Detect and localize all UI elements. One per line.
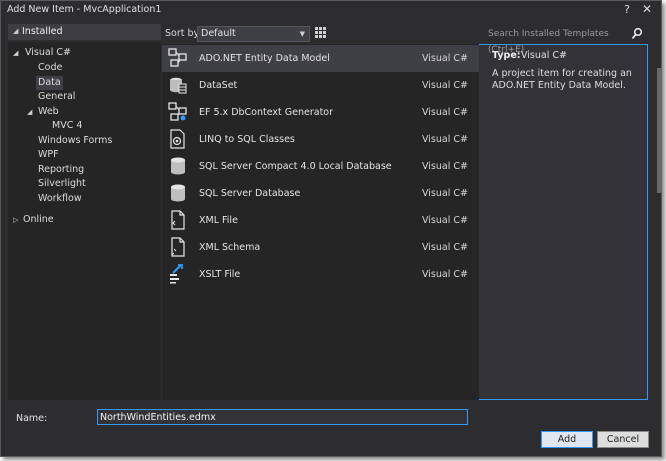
template-language: Visual C# bbox=[422, 161, 468, 172]
collapse-triangle-icon: ◢ bbox=[13, 27, 19, 35]
add-button[interactable]: Add bbox=[541, 431, 593, 448]
template-row[interactable]: ADO.NET Entity Data Model Visual C# bbox=[162, 45, 479, 72]
scrollbar-thumb[interactable] bbox=[657, 68, 662, 193]
template-row[interactable]: XSLT File Visual C# bbox=[162, 261, 479, 288]
xml-file-icon bbox=[168, 210, 188, 230]
template-language: Visual C# bbox=[422, 53, 468, 64]
ef-generator-icon bbox=[168, 102, 188, 122]
tree-item-general[interactable]: General bbox=[38, 90, 75, 104]
category-tree: ◢ Visual C# Code Data General ◢ Web MVC … bbox=[8, 42, 161, 400]
entity-model-icon bbox=[168, 48, 188, 68]
help-icon[interactable]: ? bbox=[619, 3, 635, 17]
template-row[interactable]: XML File Visual C# bbox=[162, 207, 479, 234]
close-icon[interactable]: ✕ bbox=[639, 3, 655, 17]
search-icon[interactable] bbox=[631, 26, 645, 42]
template-language: Visual C# bbox=[422, 188, 468, 199]
tree-item-web[interactable]: Web bbox=[38, 105, 59, 119]
template-language: Visual C# bbox=[422, 269, 468, 280]
database-icon bbox=[168, 156, 188, 176]
linq-icon bbox=[168, 129, 188, 149]
add-new-item-dialog: Add New Item - MvcApplication1 ? ✕ ◢ Ins… bbox=[0, 0, 662, 457]
template-language: Visual C# bbox=[422, 80, 468, 91]
window-title: Add New Item - MvcApplication1 bbox=[7, 4, 162, 15]
type-value: Visual C# bbox=[521, 50, 567, 61]
name-label: Name: bbox=[16, 413, 48, 424]
tree-item-wpf[interactable]: WPF bbox=[38, 148, 59, 162]
dropdown-arrow-icon: ▼ bbox=[299, 30, 305, 38]
item-name-input[interactable] bbox=[97, 409, 468, 425]
template-name: SQL Server Compact 4.0 Local Database bbox=[199, 161, 392, 172]
template-row[interactable]: SQL Server Compact 4.0 Local Database Vi… bbox=[162, 153, 479, 180]
tree-item-online[interactable]: Online bbox=[23, 213, 54, 227]
cancel-button[interactable]: Cancel bbox=[597, 431, 649, 448]
template-name: SQL Server Database bbox=[199, 188, 301, 199]
tree-item-windows-forms[interactable]: Windows Forms bbox=[38, 134, 112, 148]
vertical-scrollbar[interactable] bbox=[657, 44, 662, 400]
installed-label: Installed bbox=[22, 26, 63, 37]
template-language: Visual C# bbox=[422, 107, 468, 118]
collapsed-triangle-icon[interactable]: ▷ bbox=[13, 213, 18, 227]
tree-item-code[interactable]: Code bbox=[38, 61, 62, 75]
sort-by-dropdown[interactable]: Default ▼ bbox=[197, 26, 310, 42]
tree-item-visual-csharp[interactable]: Visual C# bbox=[25, 46, 71, 60]
template-name: EF 5.x DbContext Generator bbox=[199, 107, 334, 118]
template-language: Visual C# bbox=[422, 215, 468, 226]
tree-item-mvc4[interactable]: MVC 4 bbox=[52, 119, 82, 133]
xslt-file-icon bbox=[168, 264, 188, 284]
template-description: A project item for creating an ADO.NET E… bbox=[492, 68, 632, 91]
small-icons-view-button[interactable] bbox=[314, 26, 329, 41]
installed-header[interactable]: ◢ Installed bbox=[8, 24, 161, 40]
template-name: XML File bbox=[199, 215, 238, 226]
template-language: Visual C# bbox=[422, 242, 468, 253]
search-installed-templates-input[interactable]: Search Installed Templates (Ctrl+E) bbox=[485, 26, 643, 55]
grid-view-icon bbox=[315, 27, 326, 38]
dataset-icon bbox=[168, 75, 188, 95]
template-name: XSLT File bbox=[199, 269, 241, 280]
template-name: DataSet bbox=[199, 80, 238, 91]
search-glyph-icon bbox=[631, 27, 643, 40]
template-name: ADO.NET Entity Data Model bbox=[199, 53, 330, 64]
title-bar: Add New Item - MvcApplication1 ? ✕ bbox=[1, 1, 661, 20]
sort-by-value: Default bbox=[201, 28, 236, 39]
expanded-triangle-icon[interactable]: ◢ bbox=[13, 46, 18, 60]
tree-item-reporting[interactable]: Reporting bbox=[38, 163, 84, 177]
template-details-panel: Type: Visual C# A project item for creat… bbox=[487, 44, 657, 400]
template-row[interactable]: SQL Server Database Visual C# bbox=[162, 180, 479, 207]
tree-item-silverlight[interactable]: Silverlight bbox=[38, 177, 86, 191]
template-row[interactable]: XML Schema Visual C# bbox=[162, 234, 479, 261]
database-icon bbox=[168, 183, 188, 203]
template-list: ADO.NET Entity Data Model Visual C# Data… bbox=[162, 44, 479, 400]
type-label: Type: bbox=[492, 50, 521, 61]
template-row[interactable]: DataSet Visual C# bbox=[162, 72, 479, 99]
xml-schema-icon bbox=[168, 237, 188, 257]
template-row[interactable]: LINQ to SQL Classes Visual C# bbox=[162, 126, 479, 153]
template-name: LINQ to SQL Classes bbox=[199, 134, 295, 145]
expanded-triangle-icon[interactable]: ◢ bbox=[27, 105, 32, 119]
template-row[interactable]: EF 5.x DbContext Generator Visual C# bbox=[162, 99, 479, 126]
tree-item-workflow[interactable]: Workflow bbox=[38, 192, 82, 206]
template-name: XML Schema bbox=[199, 242, 261, 253]
template-language: Visual C# bbox=[422, 134, 468, 145]
tree-item-data[interactable]: Data bbox=[36, 76, 63, 90]
